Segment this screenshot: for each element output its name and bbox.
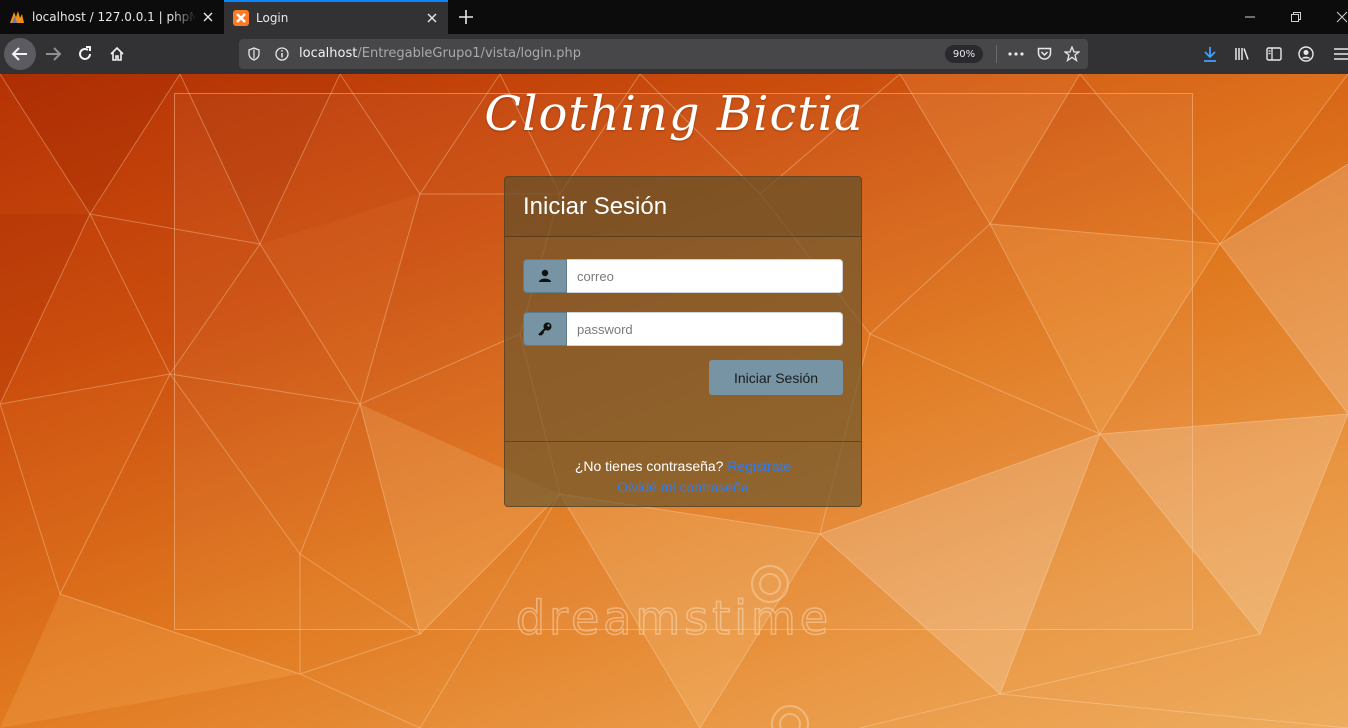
close-window-icon[interactable] <box>1330 5 1348 29</box>
close-tab-icon[interactable] <box>420 6 444 30</box>
tracking-protection-shield-icon[interactable] <box>245 45 263 63</box>
sidebar-toggle-icon[interactable] <box>1258 38 1290 70</box>
url-path: /EntregableGrupo1/vista/login.php <box>357 46 582 61</box>
login-heading: Iniciar Sesión <box>523 192 668 220</box>
downloads-icon[interactable] <box>1194 38 1226 70</box>
user-icon <box>523 259 567 293</box>
address-bar[interactable]: localhost/EntregableGrupo1/vista/login.p… <box>239 39 1088 69</box>
tab-login[interactable]: Login <box>224 0 448 34</box>
password-field[interactable] <box>567 312 843 346</box>
page-viewport: dreamstime Clothing Bictia Iniciar Sesió… <box>0 74 1348 728</box>
register-link[interactable]: Registrate <box>727 458 791 474</box>
phpmyadmin-favicon-icon <box>9 9 25 25</box>
url-text[interactable]: localhost/EntregableGrupo1/vista/login.p… <box>299 46 581 61</box>
no-account-text: ¿No tienes contraseña? <box>574 458 724 474</box>
account-icon[interactable] <box>1290 38 1322 70</box>
email-input-group <box>523 259 843 293</box>
zoom-level-badge[interactable]: 90% <box>945 45 983 63</box>
hamburger-menu-icon[interactable] <box>1324 38 1348 70</box>
email-field[interactable] <box>567 259 843 293</box>
close-tab-icon[interactable] <box>196 5 220 29</box>
tab-strip: localhost / 127.0.0.1 | phpMyAdmin Login <box>0 0 1348 34</box>
forgot-password-link[interactable]: Olvidé mi contraseña <box>617 479 749 495</box>
url-host: localhost <box>299 46 358 61</box>
navigation-toolbar: localhost/EntregableGrupo1/vista/login.p… <box>0 34 1348 74</box>
xampp-favicon-icon <box>233 10 249 26</box>
tab-title: Login <box>256 11 289 25</box>
forward-button[interactable] <box>37 38 69 70</box>
login-button[interactable]: Iniciar Sesión <box>709 360 843 395</box>
reload-button[interactable] <box>69 38 101 70</box>
brand-title: Clothing Bictia <box>484 86 864 142</box>
tab-title: localhost / 127.0.0.1 | phpMyAdmin <box>32 10 196 24</box>
key-icon <box>523 312 567 346</box>
login-card-footer: ¿No tienes contraseña? Registrate Olvidé… <box>505 441 861 506</box>
pocket-icon[interactable] <box>1035 45 1053 63</box>
minimize-icon[interactable] <box>1238 5 1262 29</box>
site-info-icon[interactable] <box>273 45 291 63</box>
login-card-header: Iniciar Sesión <box>505 177 861 237</box>
register-line: ¿No tienes contraseña? Registrate <box>505 456 861 477</box>
tab-phpmyadmin[interactable]: localhost / 127.0.0.1 | phpMyAdmin <box>0 0 224 34</box>
library-icon[interactable] <box>1226 38 1258 70</box>
page-actions-menu-icon[interactable] <box>1007 45 1025 63</box>
new-tab-icon[interactable] <box>454 5 478 29</box>
home-button[interactable] <box>101 38 133 70</box>
password-input-group <box>523 312 843 346</box>
bookmark-star-icon[interactable] <box>1063 45 1081 63</box>
restore-icon[interactable] <box>1284 5 1308 29</box>
url-divider <box>996 45 997 63</box>
login-card: Iniciar Sesión Iniciar Sesión ¿No tienes… <box>504 176 862 507</box>
back-button[interactable] <box>4 38 36 70</box>
